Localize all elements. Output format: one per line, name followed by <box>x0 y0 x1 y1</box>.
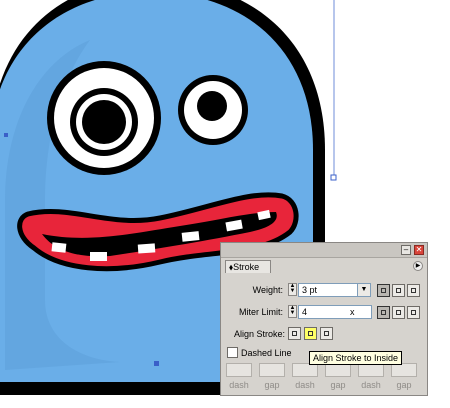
align-center-icon[interactable] <box>288 327 301 340</box>
dash-field-1[interactable] <box>226 363 252 377</box>
miter-join-icon[interactable] <box>377 306 390 319</box>
gap-field-2[interactable] <box>325 363 351 377</box>
close-icon[interactable]: ✕ <box>414 245 424 255</box>
align-outside-icon[interactable] <box>320 327 333 340</box>
weight-dropdown-icon[interactable]: ▼ <box>357 283 371 297</box>
dash-label: dash <box>229 380 249 390</box>
butt-cap-icon[interactable] <box>377 284 390 297</box>
miter-limit-label: Miter Limit: <box>238 307 283 317</box>
dash-field-3[interactable] <box>358 363 384 377</box>
gap-field-1[interactable] <box>259 363 285 377</box>
miter-stepper[interactable]: ▲ ▼ <box>288 305 297 318</box>
align-stroke-label: Align Stroke: <box>233 329 285 339</box>
gap-label: gap <box>330 380 346 390</box>
gap-label: gap <box>264 380 280 390</box>
round-cap-icon[interactable] <box>392 284 405 297</box>
align-stroke-tooltip: Align Stroke to Inside <box>309 351 403 365</box>
projecting-cap-icon[interactable] <box>407 284 420 297</box>
miter-unit: x <box>350 307 355 317</box>
bevel-join-icon[interactable] <box>407 306 420 319</box>
dash-label: dash <box>295 380 315 390</box>
tooth <box>181 231 200 242</box>
dashed-line-label: Dashed Line <box>241 348 292 358</box>
dashed-line-checkbox[interactable] <box>227 347 238 358</box>
tab-stroke-label: Stroke <box>233 262 260 272</box>
dash-field-2[interactable] <box>292 363 318 377</box>
miter-limit-input[interactable]: 4 <box>298 305 372 319</box>
round-join-icon[interactable] <box>392 306 405 319</box>
left-pupil[interactable] <box>82 100 126 144</box>
tooth <box>51 242 67 253</box>
weight-stepper[interactable]: ▲ ▼ <box>288 283 297 296</box>
panel-menu-icon[interactable]: ▶ <box>413 261 423 271</box>
tooth <box>137 243 156 254</box>
tooth <box>90 252 107 261</box>
panel-tab-row: ⬧Stroke ▶ <box>225 260 423 274</box>
align-inside-icon[interactable] <box>304 327 317 340</box>
right-pupil[interactable] <box>197 91 227 121</box>
anchor-point[interactable] <box>4 133 8 137</box>
gap-label: gap <box>396 380 412 390</box>
stroke-panel[interactable]: – ✕ ⬧Stroke ▶ Weight: ▲ ▼ 3 pt ▼ Miter Li… <box>220 242 428 396</box>
panel-titlebar[interactable]: – ✕ <box>221 243 427 258</box>
minimize-icon[interactable]: – <box>401 245 411 255</box>
anchor-point[interactable] <box>154 361 159 366</box>
weight-label: Weight: <box>252 285 283 295</box>
dash-label: dash <box>361 380 381 390</box>
tab-stroke[interactable]: ⬧Stroke <box>225 260 271 273</box>
gap-field-3[interactable] <box>391 363 417 377</box>
weight-input[interactable]: 3 pt <box>298 283 358 297</box>
anchor-point[interactable] <box>330 174 337 181</box>
